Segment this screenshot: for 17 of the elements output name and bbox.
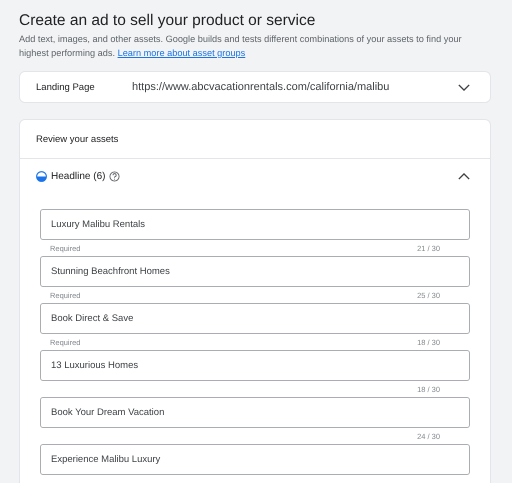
headline-field[interactable]: Stunning Beachfront Homes xyxy=(40,256,470,287)
half-circle-icon xyxy=(36,170,47,182)
headline-label: Headline (6) xyxy=(51,170,106,182)
headline-field[interactable]: Book Direct & Save xyxy=(40,303,470,334)
headline-field[interactable]: Experience Malibu Luxury xyxy=(40,444,470,475)
page-description: Add text, images, and other assets. Google builds and tests different combinations of your assets to find your highest performing ads. Learn more about asset groups xyxy=(19,33,463,60)
collapse-icon[interactable] xyxy=(458,172,470,180)
headline-field[interactable]: Luxury Malibu Rentals xyxy=(40,209,470,240)
review-title: Review your assets xyxy=(36,134,118,144)
help-icon[interactable] xyxy=(109,170,120,182)
headline-field[interactable]: 13 Luxurious Homes xyxy=(40,350,470,381)
landing-page-url: https://www.abcvacationrentals.com/california/malibu xyxy=(132,81,390,93)
learn-more-link[interactable]: Learn more about asset groups xyxy=(118,48,246,58)
landing-page-label: Landing Page xyxy=(36,82,96,92)
expand-icon[interactable] xyxy=(458,84,470,90)
page-title: Create an ad to sell your product or service xyxy=(19,12,316,30)
headline-field[interactable]: Book Your Dream Vacation xyxy=(40,397,470,428)
